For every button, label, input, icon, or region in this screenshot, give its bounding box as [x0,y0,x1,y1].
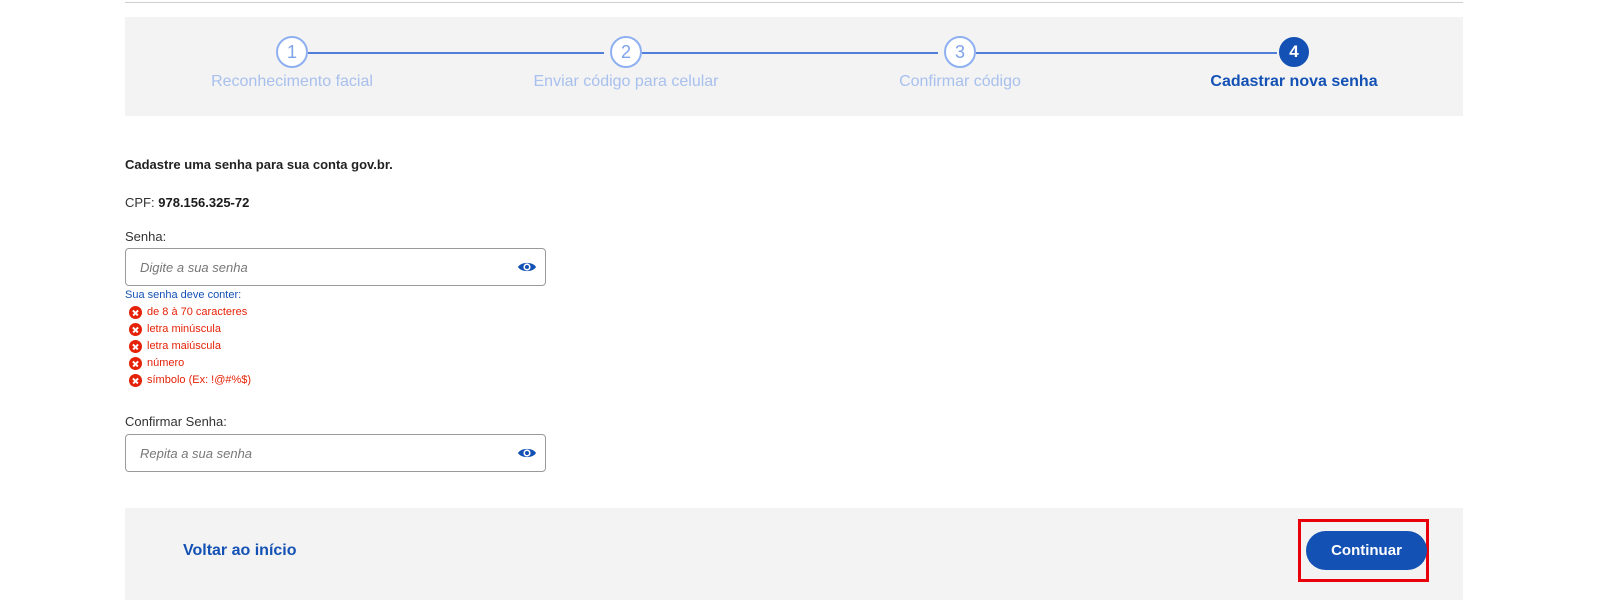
confirm-password-field [125,434,546,472]
cpf-label: CPF: [125,195,155,210]
top-divider [125,2,1463,3]
step-number: 4 [1279,37,1309,67]
form-intro: Cadastre uma senha para sua conta gov.br… [125,157,393,172]
password-label: Senha: [125,229,167,244]
step-label: Reconhecimento facial [211,73,373,90]
continue-button[interactable]: Continuar [1306,531,1427,570]
requirement-item: letra maiúscula [125,338,251,355]
requirement-text: número [147,357,185,369]
requirement-item: número [125,355,251,372]
requirement-text: letra minúscula [147,323,221,335]
step-4-active: 4 Cadastrar nova senha [1127,17,1461,116]
step-number: 3 [944,36,976,68]
back-to-start-link[interactable]: Voltar ao início [183,542,297,560]
cpf-value: 978.156.325-72 [158,195,250,210]
step-label: Confirmar código [899,73,1021,90]
step-3: 3 Confirmar código [793,17,1127,116]
action-bar: Voltar ao início Continuar [125,508,1463,600]
step-number: 1 [276,36,308,68]
requirements-title: Sua senha deve conter: [125,289,242,301]
eye-icon[interactable] [517,258,537,276]
eye-icon[interactable] [517,444,537,462]
step-label: Enviar código para celular [533,73,719,90]
requirement-text: símbolo (Ex: !@#%$) [147,374,252,386]
requirement-item: símbolo (Ex: !@#%$) [125,372,251,389]
password-field [125,248,546,286]
confirm-password-input[interactable] [140,435,500,471]
x-circle-icon [129,323,142,336]
confirm-password-label: Confirmar Senha: [125,414,227,429]
x-circle-icon [129,340,142,353]
x-circle-icon [129,306,142,319]
x-circle-icon [129,357,142,370]
requirement-item: letra minúscula [125,321,251,338]
step-1: 1 Reconhecimento facial [125,17,459,116]
step-number: 2 [610,36,642,68]
cpf-line: CPF: 978.156.325-72 [125,195,249,210]
requirement-text: de 8 à 70 caracteres [147,306,248,318]
progress-stepper: 1 Reconhecimento facial 2 Enviar código … [125,17,1463,116]
x-circle-icon [129,374,142,387]
step-label: Cadastrar nova senha [1210,73,1378,90]
requirement-item: de 8 à 70 caracteres [125,304,251,321]
password-requirements: Sua senha deve conter: de 8 à 70 caracte… [125,287,251,389]
step-2: 2 Enviar código para celular [459,17,793,116]
requirement-text: letra maiúscula [147,340,221,352]
password-input[interactable] [140,249,500,285]
